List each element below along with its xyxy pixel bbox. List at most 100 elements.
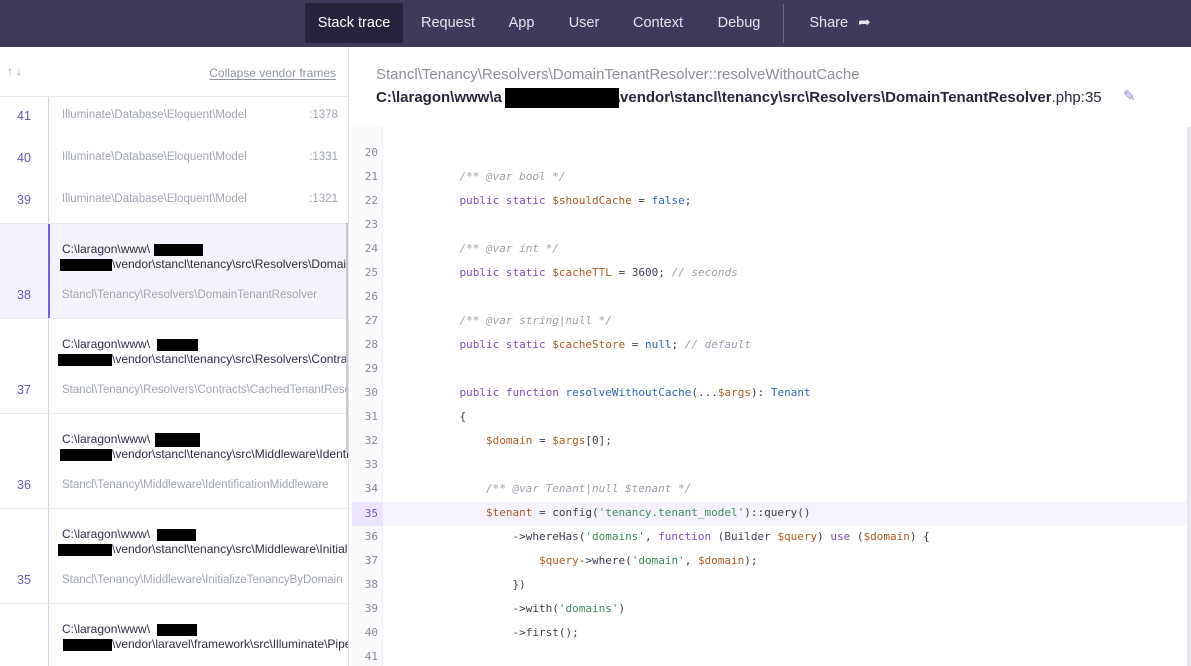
frame-class: Illuminate\Database\Eloquent\Model bbox=[62, 193, 247, 205]
tab-user[interactable]: User bbox=[561, 3, 607, 43]
share-button[interactable]: Share ➦ bbox=[800, 3, 880, 43]
code-line: 22 public static $shouldCache = false; bbox=[352, 190, 1186, 214]
frame-number: 41 bbox=[17, 109, 31, 123]
redaction-box bbox=[157, 624, 197, 636]
redaction-box bbox=[60, 259, 112, 271]
line-number: 28 bbox=[364, 338, 378, 351]
frame-path-end: \vendor\stancl\tenancy\src\Resolvers\Con… bbox=[112, 352, 349, 366]
frame-row[interactable]: C:\laragon\www\ \vendor\laravel\framewor… bbox=[0, 603, 348, 666]
line-number: 39 bbox=[364, 602, 378, 615]
code-text: $domain = $args[0]; bbox=[485, 434, 612, 447]
vendor-frame-row[interactable]: 39 Illuminate\Database\Eloquent\Model :1… bbox=[0, 181, 348, 223]
frames-scrollbar[interactable] bbox=[346, 223, 348, 453]
frames-header: ↑↓ Collapse vendor frames bbox=[0, 47, 348, 97]
frame-number: 37 bbox=[17, 383, 31, 397]
line-number: 32 bbox=[364, 434, 378, 447]
top-nav: Stack trace Request App User Context Deb… bbox=[0, 0, 1191, 47]
collapse-vendor-frames-link[interactable]: Collapse vendor frames bbox=[209, 66, 336, 80]
code-line: 25 public static $cacheTTL = 3600; // se… bbox=[352, 262, 1186, 286]
code-line: 26 bbox=[352, 286, 1186, 310]
frame-row[interactable]: C:\laragon\www\ \vendor\stancl\tenancy\s… bbox=[0, 508, 348, 603]
code-line: 24 /** @var int */ bbox=[352, 238, 1186, 262]
frame-class: Stancl\Tenancy\Middleware\InitializeTena… bbox=[62, 574, 343, 586]
path-suffix: \vendor\stancl\tenancy\src\Resolvers\Dom… bbox=[615, 89, 1052, 106]
tab-request[interactable]: Request bbox=[414, 3, 482, 43]
line-number: 36 bbox=[364, 530, 378, 543]
code-line: 39 ->with('domains') bbox=[352, 598, 1186, 622]
frame-rail bbox=[48, 604, 49, 666]
stack-frames-panel: ↑↓ Collapse vendor frames 41 Illuminate\… bbox=[0, 47, 349, 666]
line-number: 26 bbox=[364, 290, 378, 303]
frame-row[interactable]: C:\laragon\www\ \vendor\stancl\tenancy\s… bbox=[0, 318, 349, 413]
code-line: 32 $domain = $args[0]; bbox=[352, 430, 1186, 454]
code-line: 27 /** @var string|null */ bbox=[352, 310, 1186, 334]
code-line: 23 bbox=[352, 214, 1186, 238]
code-text: ->with('domains') bbox=[433, 602, 626, 615]
code-line: 30 public function resolveWithoutCache(.… bbox=[352, 382, 1186, 406]
frame-class: Stancl\Tenancy\Resolvers\DomainTenantRes… bbox=[62, 289, 318, 301]
code-scrollbar[interactable] bbox=[1187, 127, 1191, 666]
code-text: $tenant = config('tenancy.tenant_model')… bbox=[485, 506, 811, 519]
code-text: ->whereHas('domains', function (Builder … bbox=[433, 530, 930, 543]
tab-app[interactable]: App bbox=[499, 3, 544, 43]
line-number: 22 bbox=[364, 194, 378, 207]
code-line: 21 /** @var bool */ bbox=[352, 166, 1186, 190]
redaction-box bbox=[157, 529, 196, 541]
line-number: 25 bbox=[364, 266, 378, 279]
redaction-box bbox=[155, 433, 200, 447]
tab-debug[interactable]: Debug bbox=[709, 3, 769, 43]
line-number: 30 bbox=[364, 386, 378, 399]
frame-rail bbox=[48, 139, 49, 181]
vendor-frame-row[interactable]: 41 Illuminate\Database\Eloquent\Model :1… bbox=[0, 97, 348, 139]
frame-rail bbox=[48, 319, 49, 413]
nav-divider bbox=[783, 4, 784, 43]
frame-number: 35 bbox=[17, 573, 31, 587]
tab-stack-trace[interactable]: Stack trace bbox=[305, 3, 403, 43]
line-number: 31 bbox=[364, 410, 378, 423]
line-number: 27 bbox=[364, 314, 378, 327]
line-number: 24 bbox=[364, 242, 378, 255]
code-line: 35 $tenant = config('tenancy.tenant_mode… bbox=[352, 502, 1186, 526]
tab-context[interactable]: Context bbox=[624, 3, 692, 43]
line-number: 38 bbox=[364, 578, 378, 591]
frame-class: Illuminate\Database\Eloquent\Model bbox=[62, 151, 247, 163]
vendor-frame-row[interactable]: 40 Illuminate\Database\Eloquent\Model :1… bbox=[0, 139, 348, 181]
line-number: 41 bbox=[364, 650, 378, 663]
pencil-icon[interactable]: ✎ bbox=[1123, 87, 1136, 105]
frame-path-start: C:\laragon\www\ bbox=[62, 622, 151, 636]
redaction-box bbox=[157, 339, 198, 351]
frame-path-end: \vendor\stancl\tenancy\src\Middleware\Id… bbox=[112, 447, 349, 461]
code-line: 41 bbox=[352, 646, 1186, 666]
frame-number: 38 bbox=[17, 288, 31, 302]
code-text: public static $shouldCache = false; bbox=[459, 194, 692, 207]
redaction-box bbox=[63, 639, 112, 651]
code-text: }) bbox=[433, 578, 526, 591]
frame-row[interactable]: C:\laragon\www\ \vendor\stancl\tenancy\s… bbox=[0, 413, 349, 508]
frame-number: 40 bbox=[17, 151, 31, 165]
code-text: ->first(); bbox=[433, 626, 579, 639]
path-ext: .php:35 bbox=[1051, 89, 1102, 106]
frame-rail bbox=[48, 509, 49, 603]
redaction-box bbox=[154, 244, 203, 256]
frame-path-start: C:\laragon\www\ bbox=[62, 242, 151, 256]
frame-row-selected[interactable]: C:\laragon\www\ \vendor\stancl\tenancy\s… bbox=[0, 223, 348, 318]
code-line: 37 $query->where('domain', $domain); bbox=[352, 550, 1186, 574]
code-viewer: Stancl\Tenancy\Resolvers\DomainTenantRes… bbox=[350, 47, 1191, 666]
code-text: $query->where('domain', $domain); bbox=[538, 554, 758, 567]
frame-line: :1331 bbox=[309, 151, 338, 163]
code-text: /** @var bool */ bbox=[459, 170, 566, 183]
code-line: 38 }) bbox=[352, 574, 1186, 598]
code-text: /** @var Tenant|null $tenant */ bbox=[485, 482, 692, 495]
line-number: 40 bbox=[364, 626, 378, 639]
code-text: public static $cacheTTL = 3600; // secon… bbox=[459, 266, 738, 279]
code-text: /** @var string|null */ bbox=[459, 314, 612, 327]
frame-number: 36 bbox=[17, 478, 31, 492]
code-text: public function resolveWithoutCache(...$… bbox=[459, 386, 811, 399]
code-text: /** @var int */ bbox=[459, 242, 559, 255]
sort-arrows-icon[interactable]: ↑↓ bbox=[7, 64, 25, 78]
frame-method-title: Stancl\Tenancy\Resolvers\DomainTenantRes… bbox=[376, 66, 860, 83]
frame-rail bbox=[48, 224, 50, 318]
code-text: public static $cacheStore = null; // def… bbox=[459, 338, 751, 351]
frame-line: :1321 bbox=[309, 193, 338, 205]
frame-number: 39 bbox=[17, 193, 31, 207]
